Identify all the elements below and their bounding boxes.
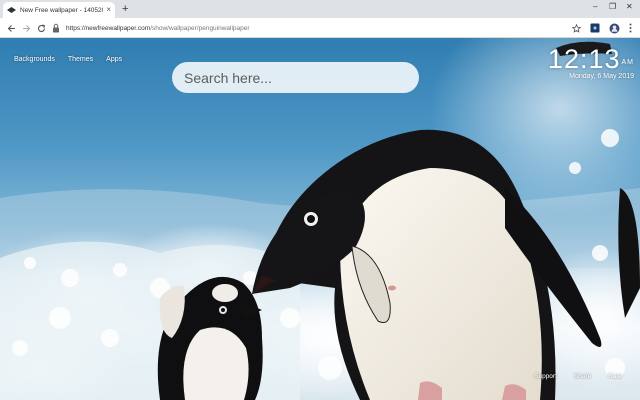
clock-time: 12:13 xyxy=(547,44,621,74)
nav-apps[interactable]: Apps xyxy=(106,56,122,63)
search-input[interactable] xyxy=(184,69,419,86)
nav-themes[interactable]: Themes xyxy=(68,56,93,63)
footer-rate[interactable]: Rate xyxy=(608,373,622,380)
browser-toolbar: https://newfreewallpaper.com/show/wallpa… xyxy=(0,18,640,38)
footer-support[interactable]: Support xyxy=(534,373,557,380)
tab-title: New Free wallpaper - 14052019 xyxy=(20,6,104,14)
back-icon[interactable] xyxy=(5,22,17,34)
address-bar[interactable]: https://newfreewallpaper.com/show/wallpa… xyxy=(52,21,592,35)
profile-icon[interactable] xyxy=(608,21,620,35)
url-host: https://newfreewallpaper.com xyxy=(66,24,151,32)
new-tab-page: Backgrounds Themes Apps 12:13AM Monday, … xyxy=(0,38,640,400)
footer-share[interactable]: Share xyxy=(574,373,591,380)
close-icon[interactable]: × xyxy=(106,6,111,14)
tab-strip: New Free wallpaper - 14052019 × + – ❐ ✕ xyxy=(0,0,640,18)
browser-tab[interactable]: New Free wallpaper - 14052019 × xyxy=(3,2,115,18)
minimize-icon[interactable]: – xyxy=(593,1,597,13)
clock-time-row: 12:13AM xyxy=(548,45,634,73)
top-nav: Backgrounds Themes Apps xyxy=(14,56,122,63)
clock-date: Monday, 6 May 2019 xyxy=(569,73,634,80)
url-text: https://newfreewallpaper.com/show/wallpa… xyxy=(66,25,250,32)
toy-penguin xyxy=(157,276,263,400)
clock-widget: 12:13AM Monday, 6 May 2019 xyxy=(548,45,634,80)
extension-icon[interactable] xyxy=(589,21,601,35)
menu-icon[interactable] xyxy=(625,21,635,35)
nav-backgrounds[interactable]: Backgrounds xyxy=(14,56,55,63)
favicon-icon xyxy=(7,6,16,13)
search-box xyxy=(172,62,419,93)
footer-links: Support Share Rate xyxy=(534,373,622,380)
url-path: /show/wallpaper/penguinwallpaper xyxy=(150,24,250,32)
star-icon[interactable] xyxy=(570,21,582,35)
close-window-icon[interactable]: ✕ xyxy=(626,1,633,13)
plus-icon[interactable]: + xyxy=(122,2,128,16)
lock-icon xyxy=(53,23,59,33)
restore-icon[interactable]: ❐ xyxy=(609,1,616,13)
clock-ampm: AM xyxy=(621,59,634,66)
forward-icon[interactable] xyxy=(20,22,32,34)
reload-icon[interactable] xyxy=(35,22,47,34)
